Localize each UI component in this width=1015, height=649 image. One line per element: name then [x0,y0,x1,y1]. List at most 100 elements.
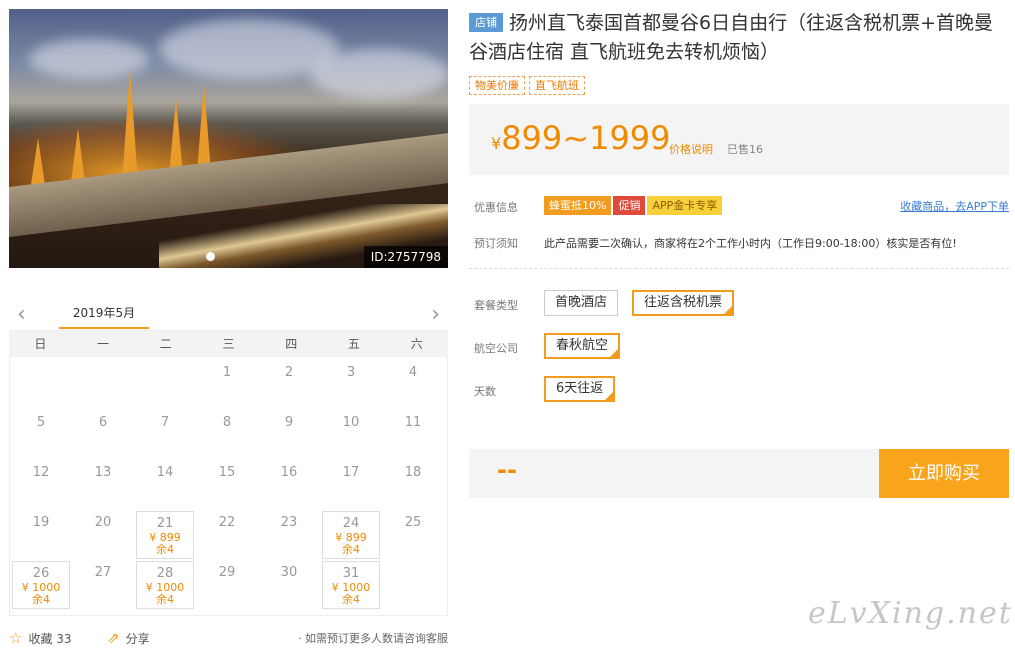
calendar-day: 22 [198,511,256,559]
day-number: 11 [404,415,422,430]
day-number: 31 [342,566,360,581]
purchase-bar: -- 立即购买 [469,449,1009,498]
calendar-day[interactable]: 26 ¥ 1000 余4 [12,561,70,609]
group-booking-tip: · 如需预订更多人数请咨询客服 [298,632,448,645]
feature-tag: 物美价廉 [469,76,525,95]
day-remaining: 余4 [32,593,50,606]
calendar-day: 9 [260,411,318,459]
calendar-day: 30 [260,561,318,609]
share-icon: ⇗ [107,629,120,647]
calendar-day: 29 [198,561,256,609]
day-remaining: 余4 [156,543,174,556]
day-number: 25 [404,515,422,530]
promo-badge: 蜂蜜抵10% [544,196,612,215]
shop-tag: 店铺 [469,13,503,32]
calendar-day[interactable]: 24 ¥ 899 余4 [322,511,380,559]
favorite-button[interactable]: ☆ 收藏 33 [9,629,72,647]
calendar-day: 14 [136,461,194,509]
day-number: 23 [280,515,298,530]
day-number: 10 [342,415,360,430]
booking-notice: 此产品需要二次确认，商家将在2个工作小时内（工作日9:00-18:00）核实是否… [544,237,957,250]
package-label: 套餐类型 [474,299,518,312]
day-number: 19 [32,515,50,530]
calendar-day: 4 [384,361,442,409]
day-number: 29 [218,565,236,580]
title-text: 扬州直飞泰国首都曼谷6日自由行（往返含税机票+首晚曼谷酒店住宿 直飞航班免去转机… [469,12,994,63]
weekday-label: 三 [222,337,235,351]
day-remaining: 余4 [156,593,174,606]
buy-now-button[interactable]: 立即购买 [879,449,1009,498]
calendar-day: 6 [74,411,132,459]
day-number: 20 [94,515,112,530]
package-option-hotel[interactable]: 首晚酒店 [544,290,619,316]
day-number: 17 [342,465,360,480]
promo-badge: APP金卡专享 [647,196,723,215]
calendar-grid: 1 2 3 4 5 6 7 8 9 10 11 12 13 14 15 16 17 18 19 20 21 ¥ 899 余4… [9,357,448,616]
calendar-day: 13 [74,461,132,509]
next-month-icon[interactable]: › [431,302,440,327]
weekday-header: 日一二三四五六 [9,331,448,357]
share-label: 分享 [125,632,150,646]
calendar-day[interactable]: 31 ¥ 1000 余4 [322,561,380,609]
price-currency: ¥ [491,134,502,153]
day-number: 1 [222,365,232,380]
calendar-day: 18 [384,461,442,509]
calendar-month: 2019年5月 [59,304,149,329]
day-number: 21 [156,516,174,531]
calendar-day: 16 [260,461,318,509]
day-number: 6 [98,415,108,430]
weekday-label: 二 [159,337,172,351]
weekday-label: 一 [97,337,110,351]
package-option-airfare[interactable]: 往返含税机票 [632,290,735,316]
days-option[interactable]: 6天往返 [544,376,616,402]
favorite-label: 收藏 33 [28,632,72,646]
day-number: 2 [284,365,294,380]
date-calendar: ‹ 2019年5月 › 日一二三四五六 1 2 3 4 5 6 7 8 9 10 11 12 13 14 1… [9,298,448,649]
price-range: 899~1999 [501,119,671,157]
calendar-day[interactable]: 21 ¥ 899 余4 [136,511,194,559]
calendar-day: 11 [384,411,442,459]
day-number: 30 [280,565,298,580]
weekday-label: 五 [347,337,360,351]
calendar-day[interactable]: 28 ¥ 1000 余4 [136,561,194,609]
star-icon: ☆ [9,629,23,647]
weekday-label: 四 [285,337,298,351]
price-explain-link[interactable]: 价格说明 [669,141,713,157]
calendar-day: 27 [74,561,132,609]
product-image[interactable]: ID:2757798 [9,9,448,268]
day-remaining: 余4 [342,543,360,556]
carousel-indicator[interactable] [206,252,215,261]
weekday-label: 六 [410,337,423,351]
day-number: 18 [404,465,422,480]
calendar-day: 2 [260,361,318,409]
day-number: 13 [94,465,112,480]
day-number: 5 [36,415,46,430]
calendar-day [384,561,442,609]
day-number: 4 [408,365,418,380]
calendar-day: 19 [12,511,70,559]
promo-badges: 蜂蜜抵10% 促销 APP金卡专享 [544,196,724,215]
day-number: 8 [222,415,232,430]
calendar-day: 7 [136,411,194,459]
calendar-day [12,361,70,409]
promo-badge: 促销 [613,196,646,215]
prev-month-icon[interactable]: ‹ [17,302,26,327]
image-id: ID:2757798 [363,246,448,268]
watermark-logo: eLvXing.net [808,596,1013,631]
day-number: 3 [346,365,356,380]
calendar-day: 23 [260,511,318,559]
share-button[interactable]: ⇗ 分享 [107,629,150,647]
day-number: 7 [160,415,170,430]
product-title: 店铺 扬州直飞泰国首都曼谷6日自由行（往返含税机票+首晚曼谷酒店住宿 直飞航班免去… [469,9,1009,67]
calendar-day: 1 [198,361,256,409]
promo-label: 优惠信息 [474,201,518,214]
collect-app-link[interactable]: 收藏商品，去APP下单 [900,198,1009,214]
calendar-day: 15 [198,461,256,509]
calendar-day: 25 [384,511,442,559]
sold-count: 已售16 [727,143,763,156]
airline-option[interactable]: 春秋航空 [544,333,621,359]
day-number: 14 [156,465,174,480]
calendar-day: 3 [322,361,380,409]
airline-label: 航空公司 [474,342,518,355]
day-number: 22 [218,515,236,530]
